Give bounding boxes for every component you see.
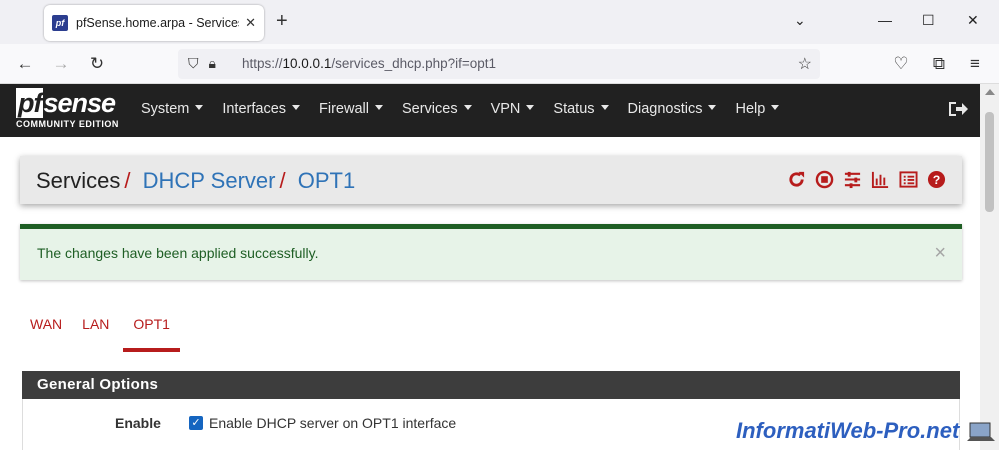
tab-list-chevron-icon[interactable]: ⌄ — [794, 12, 806, 29]
svg-text:?: ? — [933, 173, 941, 187]
status-chart-icon[interactable] — [871, 170, 890, 189]
maximize-button[interactable]: ☐ — [922, 12, 935, 29]
forward-button[interactable]: → — [50, 53, 72, 75]
menu-help[interactable]: Help — [735, 101, 779, 117]
tab-title: pfSense.home.arpa - Services: D — [76, 16, 239, 30]
breadcrumb-dhcp-server[interactable]: DHCP Server — [143, 168, 276, 193]
enable-label: Enable — [115, 415, 161, 431]
edition-label: COMMUNITY EDITION — [16, 119, 119, 129]
tracking-shield-icon[interactable]: ⛉ — [188, 55, 199, 72]
lock-warning-icon[interactable]: 🔒︎ — [209, 55, 216, 72]
menu-services[interactable]: Services — [402, 101, 472, 117]
browser-tab[interactable]: pf pfSense.home.arpa - Services: D ✕ — [44, 5, 264, 41]
interface-tabs: WAN LAN OPT1 — [20, 316, 180, 352]
url-scheme: https:// — [242, 56, 283, 71]
menu-firewall[interactable]: Firewall — [319, 101, 383, 117]
menu-system[interactable]: System — [141, 101, 203, 117]
alert-message: The changes have been applied successful… — [37, 245, 319, 261]
browser-navigation-bar: ← → ↻ ⛉ 🔒︎ https://10.0.0.1/services_dhc… — [0, 44, 999, 84]
log-list-icon[interactable] — [899, 170, 918, 189]
main-menu: System Interfaces Firewall Services VPN … — [141, 101, 779, 117]
tab-wan[interactable]: WAN — [20, 316, 72, 344]
alert-close-button[interactable]: × — [934, 242, 946, 265]
browser-tab-strip: pf pfSense.home.arpa - Services: D ✕ + ⌄… — [0, 0, 999, 44]
address-bar[interactable]: ⛉ 🔒︎ https://10.0.0.1/services_dhcp.php?… — [178, 49, 820, 79]
watermark: InformatiWeb-Pro.net — [736, 418, 960, 443]
pfsense-favicon-icon: pf — [52, 15, 68, 31]
general-options-header: General Options — [22, 371, 960, 399]
breadcrumb-opt1[interactable]: OPT1 — [298, 168, 355, 193]
reload-button[interactable]: ↻ — [86, 53, 108, 75]
scroll-up-arrow-icon[interactable] — [985, 89, 995, 95]
minimize-button[interactable]: — — [878, 12, 892, 28]
menu-status[interactable]: Status — [553, 101, 608, 117]
pocket-icon[interactable]: ♡ — [890, 53, 912, 75]
menu-vpn[interactable]: VPN — [491, 101, 535, 117]
stop-service-icon[interactable] — [815, 170, 834, 189]
app-menu-icon[interactable]: ≡ — [964, 53, 986, 75]
extensions-icon[interactable]: ⧉ — [928, 53, 950, 75]
menu-diagnostics[interactable]: Diagnostics — [628, 101, 717, 117]
logout-icon[interactable] — [948, 100, 968, 123]
menu-interfaces[interactable]: Interfaces — [222, 101, 300, 117]
url-path: /services_dhcp.php?if=opt1 — [331, 56, 497, 71]
new-tab-button[interactable]: + — [276, 10, 288, 33]
breadcrumb-separator: / — [124, 168, 131, 193]
tab-lan[interactable]: LAN — [72, 316, 119, 344]
url-host: 10.0.0.1 — [282, 56, 332, 71]
tab-close-icon[interactable]: ✕ — [245, 15, 256, 31]
settings-sliders-icon[interactable] — [843, 170, 862, 189]
url-text[interactable]: https://10.0.0.1/services_dhcp.php?if=op… — [242, 56, 496, 71]
tab-opt1[interactable]: OPT1 — [123, 316, 180, 352]
breadcrumb-services: Services — [36, 168, 121, 193]
bookmark-star-icon[interactable]: ☆ — [798, 54, 812, 74]
success-alert: The changes have been applied successful… — [20, 224, 962, 280]
back-button[interactable]: ← — [14, 53, 36, 75]
panel-title: General Options — [37, 376, 159, 393]
close-window-button[interactable]: ✕ — [967, 12, 979, 29]
page-scrollbar[interactable] — [980, 84, 999, 450]
pfsense-logo[interactable]: pfsense COMMUNITY EDITION — [16, 88, 119, 129]
help-icon[interactable]: ? — [927, 170, 946, 189]
enable-dhcp-description[interactable]: Enable DHCP server on OPT1 interface — [209, 415, 456, 431]
enable-dhcp-checkbox[interactable]: ✓ — [189, 416, 203, 430]
laptop-icon — [967, 422, 995, 441]
breadcrumb: Services / DHCP Server / OPT1 ? — [20, 156, 962, 204]
scroll-thumb[interactable] — [985, 112, 994, 212]
breadcrumb-separator: / — [279, 168, 286, 193]
pfsense-navbar: pfsense COMMUNITY EDITION System Interfa… — [0, 84, 980, 137]
restart-service-icon[interactable] — [787, 170, 806, 189]
